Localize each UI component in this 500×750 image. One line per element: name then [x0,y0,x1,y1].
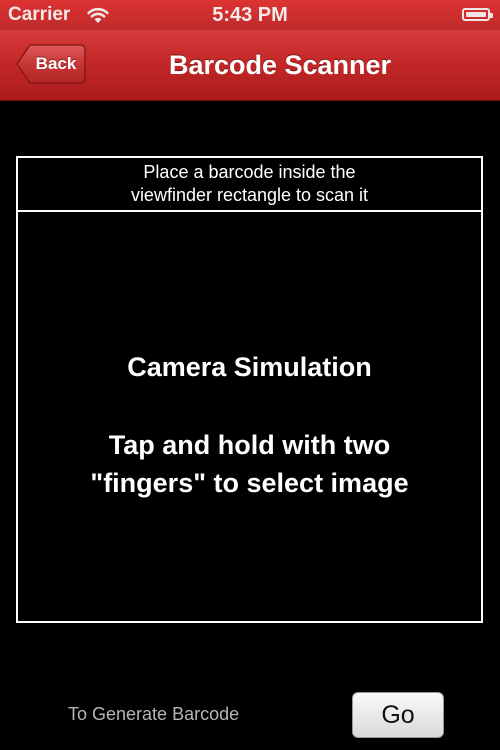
nav-title: Barcode Scanner [168,50,392,80]
camera-hint-line-2: "fingers" to select image [90,468,409,498]
generate-barcode-label: To Generate Barcode [68,704,240,724]
go-button[interactable]: Go [352,692,444,738]
viewfinder[interactable]: Place a barcode inside the viewfinder re… [16,156,483,623]
camera-simulation-title: Camera Simulation [127,352,372,382]
scan-instructions: Place a barcode inside the viewfinder re… [18,158,481,212]
camera-hint: Tap and hold with two "fingers" to selec… [18,426,481,502]
instructions-line-1: Place a barcode inside the [143,162,356,182]
status-time: 5:43 PM [212,4,288,26]
status-bar: Carrier 5:43 PM [0,0,500,30]
navigation-bar: Back Barcode Scanner [0,30,500,101]
instructions-line-2: viewfinder rectangle to scan it [130,185,369,205]
camera-hint-line-1: Tap and hold with two [108,430,391,460]
battery-icon [462,8,493,21]
